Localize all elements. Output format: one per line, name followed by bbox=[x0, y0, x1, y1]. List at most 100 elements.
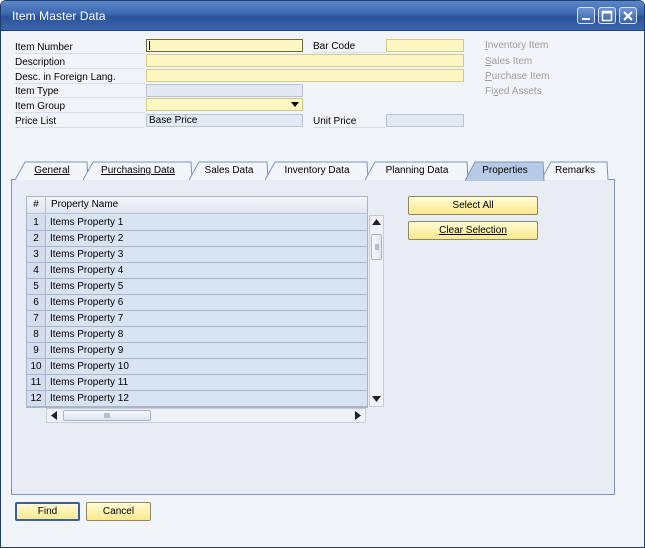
table-row[interactable]: 2 Items Property 2 bbox=[27, 231, 367, 247]
scroll-down-icon[interactable] bbox=[372, 396, 381, 402]
property-name-cell[interactable]: Items Property 7 bbox=[47, 311, 367, 326]
row-number: 4 bbox=[27, 263, 46, 278]
inventory-item-checkbox[interactable]: Inventory Item bbox=[485, 40, 548, 51]
table-row[interactable]: 1 Items Property 1 bbox=[27, 215, 367, 231]
minimize-button[interactable] bbox=[577, 7, 595, 24]
table-row[interactable]: 10 Items Property 10 bbox=[27, 359, 367, 375]
divider bbox=[15, 97, 145, 98]
row-number: 6 bbox=[27, 295, 46, 310]
tab-remarks[interactable]: Remarks bbox=[541, 161, 609, 181]
horizontal-scroll-thumb[interactable] bbox=[63, 410, 151, 421]
text-caret bbox=[149, 41, 150, 50]
row-number: 11 bbox=[27, 375, 46, 390]
row-number: 7 bbox=[27, 311, 46, 326]
close-button[interactable] bbox=[619, 7, 637, 24]
window-title: Item Master Data bbox=[12, 9, 106, 23]
item-type-field[interactable] bbox=[146, 84, 303, 97]
divider bbox=[15, 83, 145, 84]
table-row[interactable]: 8 Items Property 8 bbox=[27, 327, 367, 343]
desc-foreign-label: Desc. in Foreign Lang. bbox=[15, 72, 116, 83]
property-name-cell[interactable]: Items Property 8 bbox=[47, 327, 367, 342]
price-list-field[interactable]: Base Price bbox=[146, 114, 303, 127]
description-input[interactable] bbox=[146, 54, 464, 67]
property-name-cell[interactable]: Items Property 2 bbox=[47, 231, 367, 246]
property-name-cell[interactable]: Items Property 1 bbox=[47, 215, 367, 230]
property-name-cell[interactable]: Items Property 3 bbox=[47, 247, 367, 262]
maximize-button[interactable] bbox=[598, 7, 616, 24]
purchase-item-checkbox[interactable]: Purchase Item bbox=[485, 71, 549, 82]
description-label: Description bbox=[15, 57, 66, 68]
item-type-label: Item Type bbox=[15, 86, 59, 97]
tab-purchasing-data[interactable]: Purchasing Data bbox=[83, 161, 193, 181]
grip-icon bbox=[104, 413, 110, 418]
row-number: 8 bbox=[27, 327, 46, 342]
divider bbox=[15, 68, 145, 69]
property-name-cell[interactable]: Items Property 12 bbox=[47, 391, 367, 406]
table-row[interactable]: 5 Items Property 5 bbox=[27, 279, 367, 295]
table-row[interactable]: 3 Items Property 3 bbox=[27, 247, 367, 263]
row-number: 9 bbox=[27, 343, 46, 358]
close-icon bbox=[623, 11, 633, 21]
horizontal-scrollbar[interactable] bbox=[46, 408, 366, 423]
price-list-label: Price List bbox=[15, 116, 57, 127]
divider bbox=[313, 52, 385, 53]
clear-selection-button[interactable]: Clear Selection bbox=[408, 221, 538, 240]
bar-code-label: Bar Code bbox=[313, 41, 356, 52]
tab-properties[interactable]: Properties bbox=[465, 161, 545, 181]
table-row[interactable]: 9 Items Property 9 bbox=[27, 343, 367, 359]
divider bbox=[15, 53, 145, 54]
bar-code-input[interactable] bbox=[386, 39, 464, 52]
column-header-number[interactable]: # bbox=[27, 197, 46, 214]
item-number-input[interactable] bbox=[146, 39, 303, 52]
vertical-scrollbar[interactable] bbox=[369, 215, 384, 407]
unit-price-label: Unit Price bbox=[313, 116, 357, 127]
tab-general[interactable]: General bbox=[15, 161, 89, 181]
row-number: 2 bbox=[27, 231, 46, 246]
property-name-cell[interactable]: Items Property 9 bbox=[47, 343, 367, 358]
table-row[interactable]: 11 Items Property 11 bbox=[27, 375, 367, 391]
row-number: 5 bbox=[27, 279, 46, 294]
chevron-down-icon bbox=[291, 102, 299, 107]
vertical-scroll-thumb[interactable] bbox=[371, 234, 382, 260]
property-name-cell[interactable]: Items Property 6 bbox=[47, 295, 367, 310]
table-row[interactable]: 4 Items Property 4 bbox=[27, 263, 367, 279]
grip-icon bbox=[375, 244, 379, 250]
maximize-icon bbox=[601, 10, 613, 22]
row-number: 1 bbox=[27, 215, 46, 230]
property-name-cell[interactable]: Items Property 11 bbox=[47, 375, 367, 390]
table-row[interactable]: 12 Items Property 12 bbox=[27, 391, 367, 407]
unit-price-field[interactable] bbox=[386, 114, 464, 127]
item-group-select[interactable] bbox=[146, 98, 303, 111]
row-number: 12 bbox=[27, 391, 46, 406]
cancel-button[interactable]: Cancel bbox=[86, 502, 151, 521]
row-number: 10 bbox=[27, 359, 46, 374]
item-group-label: Item Group bbox=[15, 101, 66, 112]
sales-item-checkbox[interactable]: Sales Item bbox=[485, 56, 532, 67]
row-number: 3 bbox=[27, 247, 46, 262]
table-row[interactable]: 6 Items Property 6 bbox=[27, 295, 367, 311]
property-name-cell[interactable]: Items Property 4 bbox=[47, 263, 367, 278]
select-all-button[interactable]: Select All bbox=[408, 196, 538, 215]
fixed-assets-checkbox[interactable]: Fixed Assets bbox=[485, 86, 542, 97]
item-number-label: Item Number bbox=[15, 42, 73, 53]
scroll-up-icon[interactable] bbox=[372, 219, 381, 225]
tab-sales-data[interactable]: Sales Data bbox=[189, 161, 269, 181]
tab-planning-data[interactable]: Planning Data bbox=[365, 161, 469, 181]
title-bar[interactable]: Item Master Data bbox=[1, 1, 644, 31]
item-master-data-window: Item Master Data Item Number Description… bbox=[0, 0, 645, 548]
minimize-icon bbox=[582, 18, 590, 20]
divider bbox=[313, 127, 385, 128]
properties-grid[interactable]: # Property Name 1 Items Property 1 2 Items … bbox=[26, 196, 368, 408]
divider bbox=[15, 112, 145, 113]
desc-foreign-input[interactable] bbox=[146, 69, 464, 82]
find-button[interactable]: Find bbox=[15, 502, 80, 521]
tab-inventory-data[interactable]: Inventory Data bbox=[265, 161, 369, 181]
divider bbox=[15, 127, 145, 128]
column-header-property-name[interactable]: Property Name bbox=[51, 197, 118, 213]
property-name-cell[interactable]: Items Property 5 bbox=[47, 279, 367, 294]
scroll-right-icon[interactable] bbox=[355, 411, 361, 420]
table-row[interactable]: 7 Items Property 7 bbox=[27, 311, 367, 327]
scroll-left-icon[interactable] bbox=[51, 411, 57, 420]
property-name-cell[interactable]: Items Property 10 bbox=[47, 359, 367, 374]
grid-header: # Property Name bbox=[27, 197, 367, 214]
